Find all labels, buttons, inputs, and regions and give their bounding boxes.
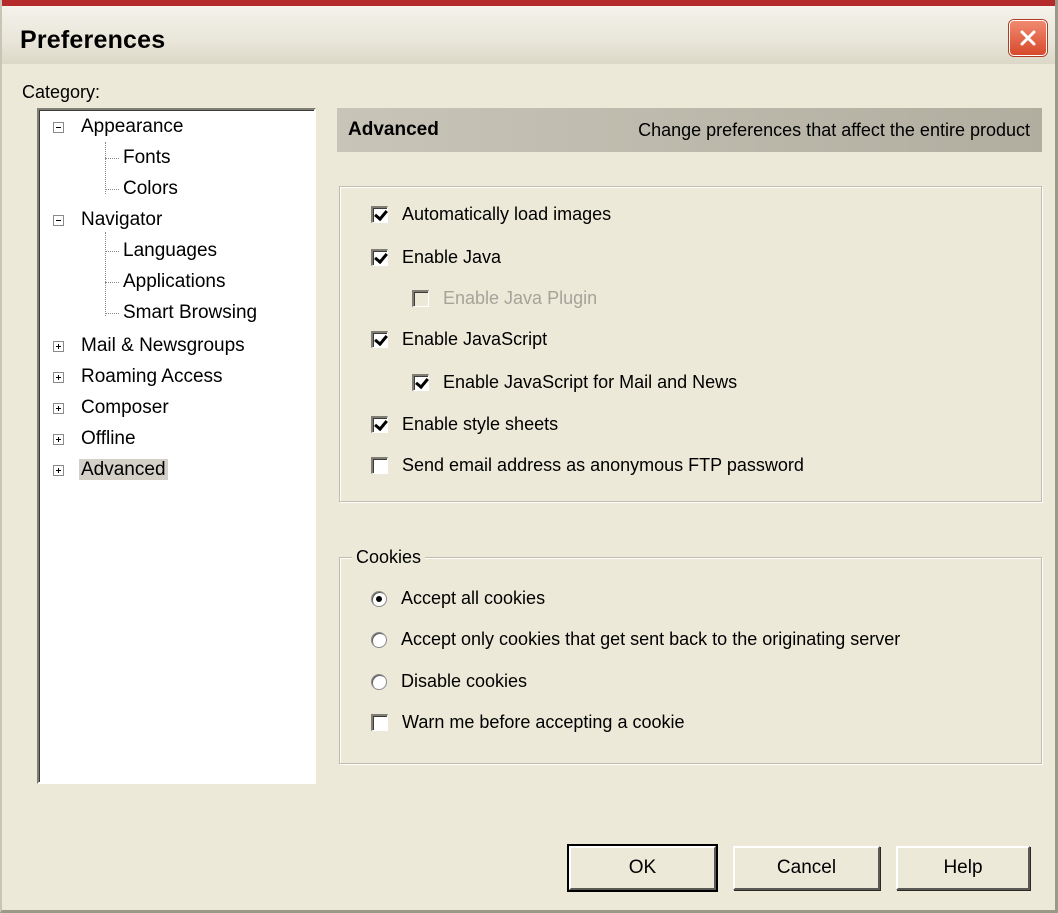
accept-originating-cookies-radio[interactable] (371, 631, 387, 648)
option-label: Send email address as anonymous FTP pass… (402, 455, 804, 475)
tree-item-fonts[interactable]: Fonts (123, 147, 171, 169)
send-email-ftp-checkbox[interactable] (371, 457, 388, 474)
tree-item-label: Fonts (123, 147, 171, 168)
enable-javascript-mail-option[interactable]: Enable JavaScript for Mail and News (412, 372, 737, 393)
panel-title: Advanced (348, 119, 439, 140)
accept-all-cookies-option[interactable]: Accept all cookies (371, 588, 545, 609)
tree-item-mail-newsgroups[interactable]: Mail & Newsgroups (53, 335, 245, 357)
tree-item-applications[interactable]: Applications (123, 271, 225, 293)
enable-javascript-checkbox[interactable] (371, 331, 388, 348)
tree-item-offline[interactable]: Offline (53, 428, 136, 450)
expand-icon[interactable] (53, 434, 64, 445)
ok-button[interactable]: OK (567, 844, 718, 892)
option-label: Enable Java (402, 247, 502, 267)
accept-originating-cookies-option[interactable]: Accept only cookies that get sent back t… (371, 629, 900, 650)
tree-item-colors[interactable]: Colors (123, 178, 178, 200)
enable-style-sheets-option[interactable]: Enable style sheets (371, 414, 558, 435)
tree-item-advanced[interactable]: Advanced (53, 459, 168, 481)
tree-item-composer[interactable]: Composer (53, 397, 169, 419)
tree-item-label: Offline (81, 428, 136, 449)
option-label: Enable Java Plugin (443, 288, 598, 308)
enable-javascript-mail-checkbox[interactable] (412, 374, 429, 391)
title-bar: Preferences (2, 0, 1055, 64)
option-label: Enable JavaScript (402, 329, 548, 349)
expand-icon[interactable] (53, 372, 64, 383)
enable-java-checkbox[interactable] (371, 249, 388, 266)
tree-item-label: Roaming Access (81, 366, 223, 387)
option-label: Accept only cookies that get sent back t… (401, 629, 901, 649)
option-label: Enable JavaScript for Mail and News (443, 372, 738, 392)
expand-icon[interactable] (53, 465, 64, 476)
tree-item-appearance[interactable]: Appearance (53, 116, 183, 138)
disable-cookies-radio[interactable] (371, 673, 387, 690)
enable-javascript-option[interactable]: Enable JavaScript (371, 329, 547, 350)
tree-item-label: Appearance (81, 116, 184, 137)
window-title: Preferences (20, 26, 166, 54)
enable-java-option[interactable]: Enable Java (371, 247, 501, 268)
auto-load-images-checkbox[interactable] (371, 206, 388, 223)
option-label: Enable style sheets (402, 414, 559, 434)
option-label: Warn me before accepting a cookie (402, 712, 685, 732)
collapse-icon[interactable] (53, 215, 64, 226)
enable-style-sheets-checkbox[interactable] (371, 416, 388, 433)
preferences-dialog: Preferences Category: Appearance Fonts C… (0, 0, 1058, 913)
panel-description: Change preferences that affect the entir… (638, 120, 1030, 140)
warn-cookie-checkbox[interactable] (371, 714, 388, 731)
tree-item-smart-browsing[interactable]: Smart Browsing (123, 302, 257, 324)
tree-item-label: Advanced (79, 459, 168, 480)
cookies-legend: Cookies (352, 547, 426, 568)
tree-item-languages[interactable]: Languages (123, 240, 217, 262)
tree-item-label: Applications (123, 271, 226, 292)
warn-cookie-option[interactable]: Warn me before accepting a cookie (371, 712, 684, 733)
tree-item-label: Colors (123, 178, 178, 199)
option-label: Disable cookies (401, 671, 528, 691)
collapse-icon[interactable] (53, 122, 64, 133)
send-email-ftp-option[interactable]: Send email address as anonymous FTP pass… (371, 455, 804, 476)
category-tree[interactable]: Appearance Fonts Colors Navigator Langua… (37, 108, 316, 784)
help-button[interactable]: Help (896, 846, 1030, 890)
disable-cookies-option[interactable]: Disable cookies (371, 671, 527, 692)
tree-item-label: Languages (123, 240, 218, 261)
category-label: Category: (22, 82, 101, 102)
expand-icon[interactable] (53, 341, 64, 352)
panel-header: Advanced Change preferences that affect … (337, 108, 1042, 152)
close-icon (1020, 30, 1036, 46)
tree-item-label: Smart Browsing (123, 302, 258, 323)
expand-icon[interactable] (53, 403, 64, 414)
tree-item-roaming-access[interactable]: Roaming Access (53, 366, 223, 388)
enable-java-plugin-checkbox (412, 290, 429, 307)
auto-load-images-option[interactable]: Automatically load images (371, 204, 611, 225)
tree-item-label: Composer (81, 397, 169, 418)
enable-java-plugin-option: Enable Java Plugin (412, 288, 597, 309)
tree-item-label: Mail & Newsgroups (81, 335, 245, 356)
tree-item-navigator[interactable]: Navigator (53, 209, 162, 231)
close-button[interactable] (1009, 20, 1047, 56)
option-label: Accept all cookies (401, 588, 546, 608)
option-label: Automatically load images (402, 204, 612, 224)
tree-item-label: Navigator (81, 209, 163, 230)
cancel-button[interactable]: Cancel (733, 846, 880, 890)
accept-all-cookies-radio[interactable] (371, 590, 387, 607)
